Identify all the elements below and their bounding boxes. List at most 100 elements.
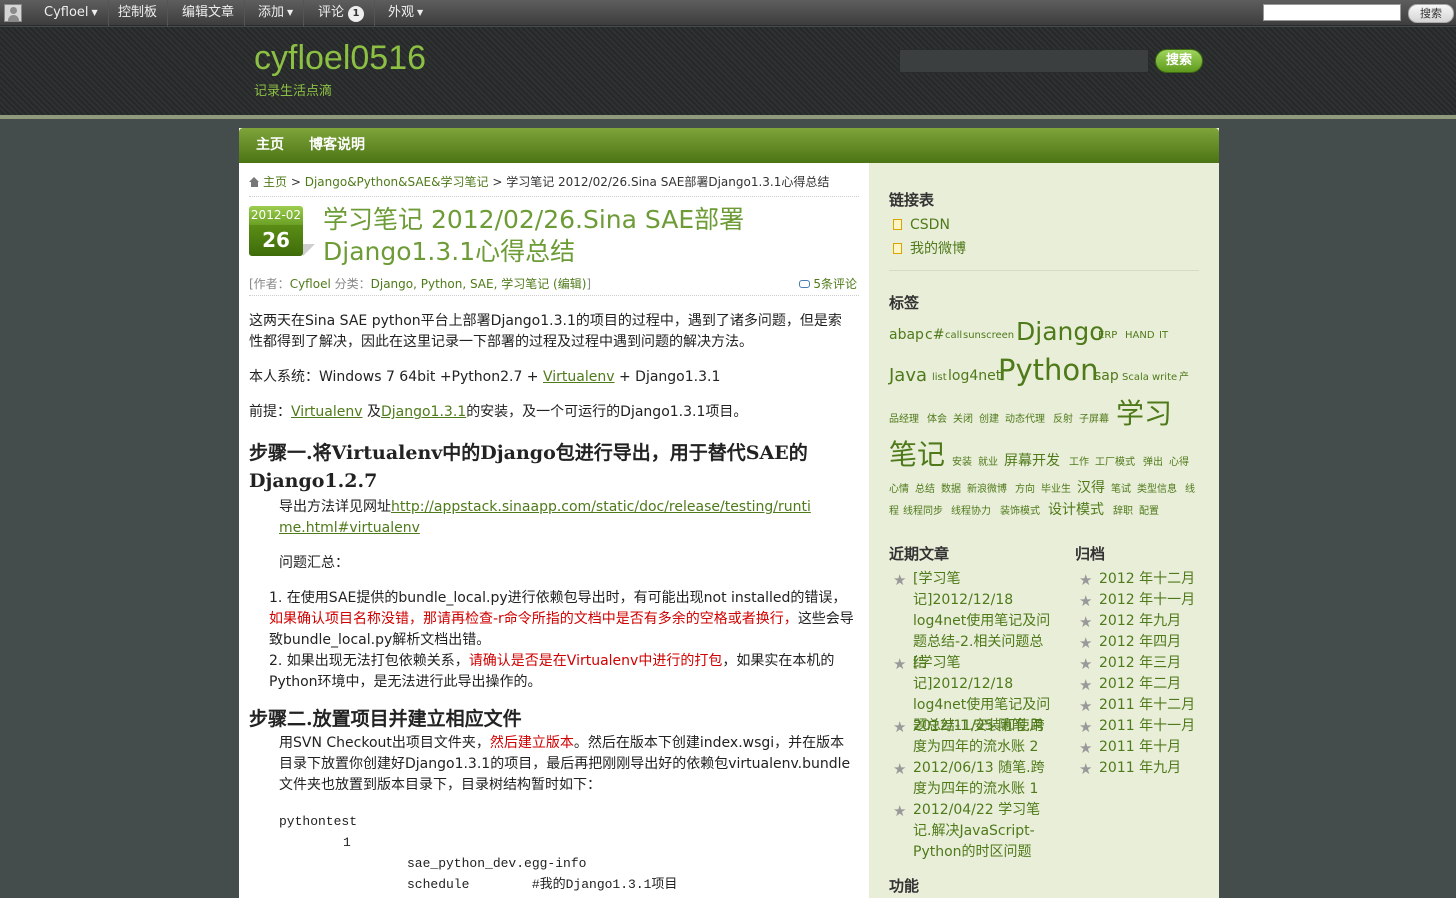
tag-link[interactable]: IT	[1159, 331, 1168, 341]
tag-link[interactable]: call	[945, 331, 962, 341]
divider	[889, 270, 1199, 271]
tag-link[interactable]: log4net	[948, 369, 1001, 383]
edit-link[interactable]: (编辑)	[549, 277, 586, 291]
header-search-button[interactable]: 搜索	[1155, 49, 1203, 73]
sidebar-link-weibo[interactable]: 我的微博	[893, 238, 966, 258]
tag-link[interactable]: 汉得	[1077, 481, 1105, 495]
tag-link[interactable]: 配置	[1139, 507, 1159, 517]
tag-link[interactable]: 就业	[978, 458, 998, 468]
tag-link[interactable]: 方向	[1015, 485, 1035, 495]
tag-link[interactable]: 装饰模式	[1000, 507, 1040, 517]
tag-link[interactable]: 体会	[927, 415, 947, 425]
star-icon: ★	[893, 655, 907, 673]
tag-link[interactable]: 品经理	[889, 415, 919, 425]
comments-count-label: 5条评论	[813, 277, 857, 291]
tag-link[interactable]: 关闭	[953, 415, 973, 425]
recent-post-item[interactable]: ★ 2012/11/25 随笔.跨度为四年的流水账 2	[893, 716, 1057, 758]
nav-item-home[interactable]: 主页	[256, 128, 284, 163]
tag-link[interactable]: 心得	[1169, 458, 1189, 468]
recent-post-item[interactable]: ★ 2012/04/22 学习笔记.解决JavaScript-Python的时区问…	[893, 800, 1057, 863]
archive-item[interactable]: ★ 2011 年九月	[1079, 758, 1181, 779]
archive-item[interactable]: ★ 2012 年九月	[1079, 611, 1181, 632]
tag-link[interactable]: 学习	[1116, 400, 1172, 428]
archive-item[interactable]: ★ 2012 年十一月	[1079, 590, 1195, 611]
archive-item[interactable]: ★ 2012 年三月	[1079, 653, 1181, 674]
avatar[interactable]	[4, 4, 22, 22]
archive-item[interactable]: ★ 2011 年十一月	[1079, 716, 1195, 737]
nav-item-about[interactable]: 博客说明	[309, 128, 365, 163]
tag-link[interactable]: 程	[889, 507, 899, 517]
header-search-input[interactable]	[899, 49, 1149, 73]
admin-user-menu[interactable]: Cyfloel ▼	[34, 0, 109, 26]
tag-link[interactable]: Java	[889, 367, 927, 385]
admin-dashboard-link[interactable]: 控制板	[108, 0, 169, 26]
archive-item[interactable]: ★ 2012 年四月	[1079, 632, 1181, 653]
django-link[interactable]: Django1.3.1	[381, 404, 466, 420]
breadcrumb-home-link[interactable]: 主页	[263, 175, 287, 189]
tag-link[interactable]: 线	[1185, 485, 1195, 495]
admin-new-menu[interactable]: 添加 ▼	[248, 0, 305, 26]
tag-link[interactable]: 子屏幕	[1079, 415, 1109, 425]
virtualenv-link[interactable]: Virtualenv	[291, 404, 363, 420]
tag-link[interactable]: list	[932, 373, 947, 383]
category-links[interactable]: Django, Python, SAE, 学习笔记	[371, 277, 550, 291]
page-container: 主页 博客说明 主页 > Django&Python&SAE&学习笔记 > 学习…	[239, 128, 1219, 898]
tag-link[interactable]: 反射	[1053, 415, 1073, 425]
prereq-text: 的安装，及一个可运行的Django1.3.1项目。	[466, 404, 748, 420]
meta-suffix: ]	[586, 277, 592, 291]
tag-link[interactable]: 创建	[979, 415, 999, 425]
admin-edit-post-link[interactable]: 编辑文章	[172, 0, 246, 26]
tag-link[interactable]: 数据	[941, 485, 961, 495]
prereq-text: 前提：	[249, 404, 291, 420]
tag-link[interactable]: write	[1152, 373, 1177, 383]
tag-link[interactable]: 新浪微博	[967, 485, 1007, 495]
tag-link[interactable]: 笔记	[889, 441, 945, 469]
tag-link[interactable]: Scala	[1122, 373, 1149, 383]
tag-link[interactable]: 工作	[1069, 458, 1089, 468]
tag-link[interactable]: 辞职	[1113, 507, 1133, 517]
tag-link[interactable]: 安装	[952, 458, 972, 468]
sidebar-link-csdn[interactable]: CSDN	[893, 217, 950, 233]
recent-post-item[interactable]: ★ 2012/06/13 随笔.跨度为四年的流水账 1	[893, 758, 1057, 800]
tag-link[interactable]: 工厂模式	[1095, 458, 1135, 468]
admin-comments-link[interactable]: 评论 1	[308, 0, 376, 26]
tag-link[interactable]: 类型信息	[1137, 485, 1177, 495]
tag-link[interactable]: 弹出	[1143, 458, 1163, 468]
archive-item[interactable]: ★ 2011 年十二月	[1079, 695, 1195, 716]
tag-link[interactable]: 动态代理	[1005, 415, 1045, 425]
archive-item[interactable]: ★ 2012 年十二月	[1079, 569, 1195, 590]
tag-link[interactable]: 心情	[889, 485, 909, 495]
tag-link[interactable]: HAND	[1125, 331, 1155, 341]
archive-item[interactable]: ★ 2011 年十月	[1079, 737, 1181, 758]
tag-link[interactable]: 线程同步	[903, 507, 943, 517]
virtualenv-link[interactable]: Virtualenv	[543, 369, 615, 385]
admin-appearance-menu[interactable]: 外观 ▼	[378, 0, 433, 26]
issue-text: 2. 如果出现无法打包依赖关系，	[269, 653, 469, 669]
tag-link[interactable]: ERP	[1098, 331, 1117, 341]
tag-link[interactable]: 屏幕开发	[1004, 454, 1060, 468]
step2-highlight: 然后建立版本	[489, 735, 574, 751]
tag-link[interactable]: c#	[925, 328, 944, 342]
tag-link[interactable]: sap	[1094, 369, 1119, 383]
tag-link[interactable]: Python	[998, 356, 1099, 385]
step1-heading: 步骤一.将Virtualenv中的Django包进行导出，用于替代SAE的Dja…	[249, 442, 808, 492]
tag-link[interactable]: abap	[889, 328, 924, 342]
tag-link[interactable]: 总结	[915, 485, 935, 495]
comments-link[interactable]: 5条评论	[799, 275, 857, 292]
site-title[interactable]: cyfloel0516	[254, 39, 426, 78]
post-title[interactable]: 学习笔记 2012/02/26.Sina SAE部署Django1.3.1心得总…	[323, 204, 823, 268]
tag-link[interactable]: Django	[1016, 319, 1105, 344]
archive-item[interactable]: ★ 2012 年二月	[1079, 674, 1181, 695]
issue-highlight: 请确认是否是在Virtualenv中进行的打包	[468, 653, 723, 669]
tag-link[interactable]: 线程协力	[951, 507, 991, 517]
tag-link[interactable]: 毕业生	[1041, 485, 1071, 495]
tag-link[interactable]: sunscreen	[963, 331, 1014, 341]
author-link[interactable]: Cyfloel	[290, 277, 331, 291]
recent-posts-title: 近期文章	[889, 545, 950, 563]
breadcrumb-category-link[interactable]: Django&Python&SAE&学习笔记	[305, 175, 489, 189]
tag-link[interactable]: 产	[1179, 373, 1189, 383]
tag-link[interactable]: 笔试	[1111, 485, 1131, 495]
admin-search-input[interactable]	[1263, 4, 1401, 21]
admin-search-button[interactable]: 搜索	[1408, 4, 1454, 23]
tag-link[interactable]: 设计模式	[1048, 503, 1104, 517]
